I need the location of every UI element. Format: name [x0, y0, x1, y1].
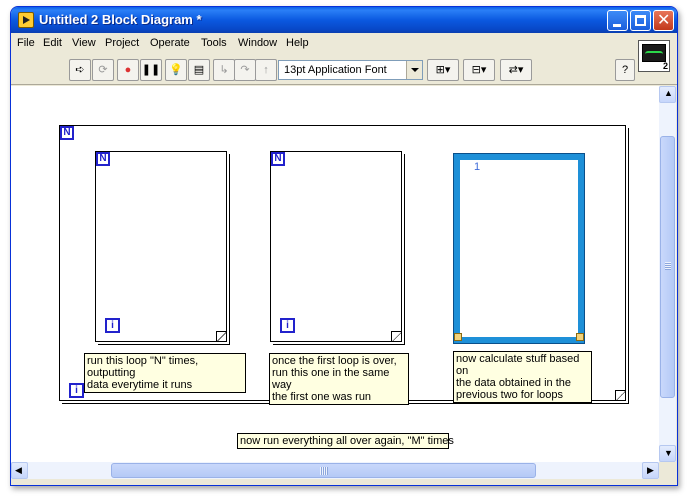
sequence-frame[interactable]: 1 — [453, 153, 585, 344]
sequence-tunnel-right[interactable] — [576, 333, 584, 341]
run-continuously-icon[interactable]: ⟳ — [92, 59, 114, 81]
scroll-left-button[interactable]: ◀ — [11, 462, 28, 479]
outer-loop-resize-corner[interactable] — [615, 390, 625, 400]
note-loop2[interactable]: once the first loop is over, run this on… — [269, 353, 409, 405]
sequence-frame-label: 1 — [474, 161, 481, 173]
outer-loop-iteration-terminal[interactable]: i — [69, 383, 84, 398]
retain-wire-values-icon[interactable]: ▤ — [188, 59, 210, 81]
window-title: Untitled 2 Block Diagram * — [39, 12, 202, 27]
pause-icon[interactable]: ❚❚ — [140, 59, 162, 81]
note-loop1[interactable]: run this loop "N" times, outputting data… — [84, 353, 246, 393]
highlight-execution-icon[interactable]: 💡 — [165, 59, 187, 81]
font-select-value: 13pt Application Font — [284, 64, 387, 76]
loop1-resize-corner[interactable] — [216, 331, 226, 341]
loop1-count-terminal[interactable]: N — [96, 152, 110, 166]
align-objects-icon[interactable]: ⊞▾ — [427, 59, 459, 81]
chevron-down-icon[interactable] — [406, 61, 422, 79]
outer-loop-count-terminal[interactable]: N — [60, 126, 74, 140]
connector-count: 2 — [662, 61, 668, 71]
block-diagram-window: Untitled 2 Block Diagram * ✕ File Edit V… — [10, 6, 678, 486]
maximize-button[interactable] — [630, 10, 651, 31]
menu-project[interactable]: Project — [105, 37, 139, 49]
scroll-right-button[interactable]: ▶ — [642, 462, 659, 479]
scroll-down-button[interactable]: ▼ — [659, 445, 676, 462]
loop2-iteration-terminal[interactable]: i — [280, 318, 295, 333]
minimize-button[interactable] — [607, 10, 628, 31]
menu-operate[interactable]: Operate — [150, 37, 190, 49]
sequence-tunnel-left[interactable] — [454, 333, 462, 341]
vertical-scrollbar[interactable]: ▲ ▼ — [659, 86, 676, 462]
close-button[interactable]: ✕ — [653, 10, 674, 31]
menu-edit[interactable]: Edit — [43, 37, 62, 49]
distribute-objects-icon[interactable]: ⊟▾ — [463, 59, 495, 81]
for-loop-2[interactable]: N i — [270, 151, 402, 342]
menu-view[interactable]: View — [72, 37, 96, 49]
menu-bar: File Edit View Project Operate Tools Win… — [11, 33, 677, 55]
font-select[interactable]: 13pt Application Font — [278, 60, 423, 80]
vi-connector-icon[interactable]: 2 — [638, 40, 670, 72]
vertical-scroll-thumb[interactable] — [660, 136, 675, 398]
outer-for-loop[interactable]: N i N i N i 1 run this loop "N" times, o… — [59, 125, 626, 405]
abort-icon[interactable]: ● — [117, 59, 139, 81]
block-diagram-canvas[interactable]: N i N i N i 1 run this loop "N" times, o… — [11, 86, 659, 462]
help-icon[interactable]: ? — [615, 59, 635, 81]
for-loop-1[interactable]: N i — [95, 151, 227, 342]
note-sequence[interactable]: now calculate stuff based on the data ob… — [453, 351, 592, 403]
loop2-count-terminal[interactable]: N — [271, 152, 285, 166]
note-outer-loop[interactable]: now run everything all over again, "M" t… — [237, 433, 454, 449]
menu-help[interactable]: Help — [286, 37, 309, 49]
toolbar: ➪ ⟳ ● ❚❚ 💡 ▤ ↳ ↷ ↑ 13pt Application Font… — [11, 55, 677, 85]
step-out-icon[interactable]: ↑ — [255, 59, 277, 81]
scroll-up-button[interactable]: ▲ — [659, 86, 676, 103]
step-over-icon[interactable]: ↷ — [234, 59, 256, 81]
loop1-iteration-terminal[interactable]: i — [105, 318, 120, 333]
scrollbar-corner — [659, 462, 676, 479]
horizontal-scroll-thumb[interactable] — [111, 463, 536, 478]
run-arrow-icon[interactable]: ➪ — [69, 59, 91, 81]
title-bar[interactable]: Untitled 2 Block Diagram * ✕ — [11, 7, 677, 33]
horizontal-scrollbar[interactable]: ◀ ▶ — [11, 462, 659, 479]
labview-icon — [18, 12, 34, 28]
menu-window[interactable]: Window — [238, 37, 277, 49]
menu-tools[interactable]: Tools — [201, 37, 227, 49]
reorder-icon[interactable]: ⇄▾ — [500, 59, 532, 81]
menu-file[interactable]: File — [17, 37, 35, 49]
loop2-resize-corner[interactable] — [391, 331, 401, 341]
vi-screen-icon — [642, 44, 666, 62]
step-into-icon[interactable]: ↳ — [213, 59, 235, 81]
